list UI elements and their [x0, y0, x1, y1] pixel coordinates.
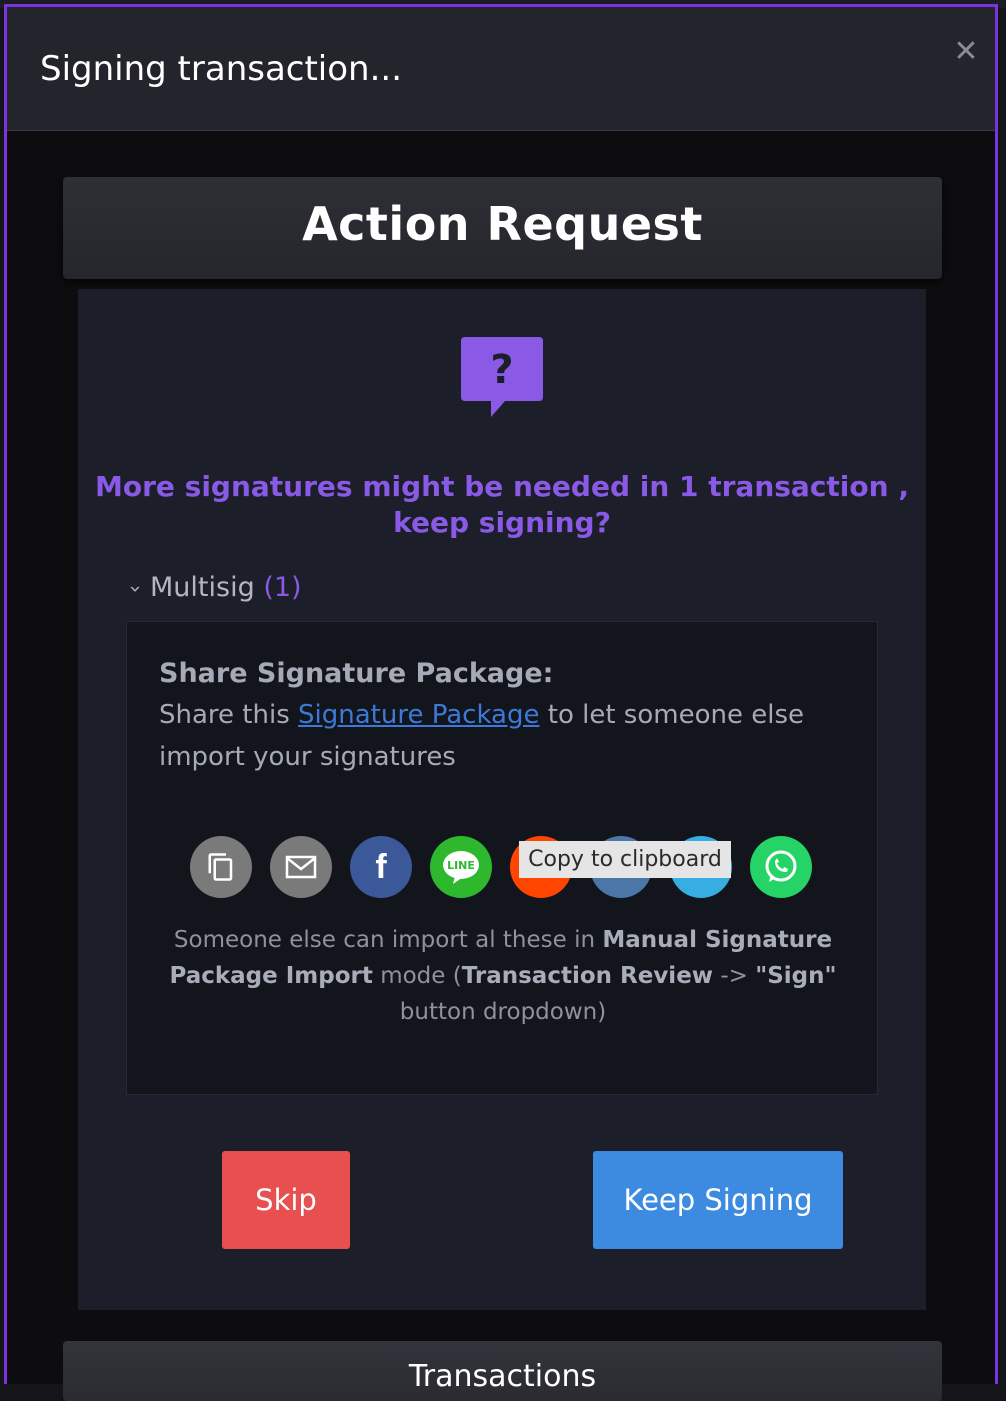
email-icon[interactable]	[270, 836, 332, 898]
import-note-text-4: button dropdown)	[399, 999, 607, 1025]
signing-modal: Signing transaction... ✕ Action Request …	[4, 4, 998, 1401]
multisig-toggle[interactable]: ›Multisig (1)	[124, 572, 302, 603]
import-note-bold-3: "Sign"	[755, 963, 837, 989]
skip-button[interactable]: Skip	[222, 1151, 350, 1249]
whatsapp-icon[interactable]	[750, 836, 812, 898]
close-icon[interactable]: ✕	[951, 37, 981, 67]
import-note-bold-2: Transaction Review	[461, 963, 714, 989]
action-request-header: Action Request	[63, 177, 942, 279]
share-heading: Share Signature Package:	[159, 658, 554, 689]
copy-icon[interactable]	[190, 836, 252, 898]
share-desc-before: Share this	[159, 700, 290, 730]
import-note-text-1: Someone else can import al these in	[173, 927, 596, 953]
import-note-text-3: ->	[720, 963, 748, 989]
question-bubble-icon: ?	[461, 337, 543, 417]
chevron-down-icon: ›	[124, 585, 148, 593]
line-icon[interactable]: LINE	[430, 836, 492, 898]
import-note-text-2: mode (	[380, 963, 462, 989]
action-request-title: Action Request	[302, 197, 703, 251]
transactions-header: Transactions	[63, 1341, 942, 1401]
svg-text:LINE: LINE	[447, 859, 475, 872]
keep-signing-prompt: More signatures might be needed in 1 tra…	[95, 470, 909, 539]
multisig-count: (1)	[263, 572, 302, 603]
modal-title: Signing transaction...	[40, 49, 403, 89]
share-signature-box: Share Signature Package: Share this Sign…	[126, 621, 878, 1095]
share-icons: f LINE	[190, 836, 830, 900]
modal-header: Signing transaction... ✕	[7, 7, 995, 131]
facebook-icon[interactable]: f	[350, 836, 412, 898]
transactions-title: Transactions	[408, 1359, 597, 1394]
copy-tooltip: Copy to clipboard	[519, 841, 731, 878]
action-request-panel: ? More signatures might be needed in 1 t…	[78, 289, 926, 1310]
svg-text:?: ?	[490, 347, 513, 393]
signature-package-link[interactable]: Signature Package	[298, 700, 539, 730]
import-note: Someone else can import al these in Manu…	[167, 922, 839, 1030]
share-description: Share this Signature Package to let some…	[159, 694, 849, 778]
keep-signing-button[interactable]: Keep Signing	[593, 1151, 843, 1249]
multisig-label: Multisig	[150, 572, 255, 603]
